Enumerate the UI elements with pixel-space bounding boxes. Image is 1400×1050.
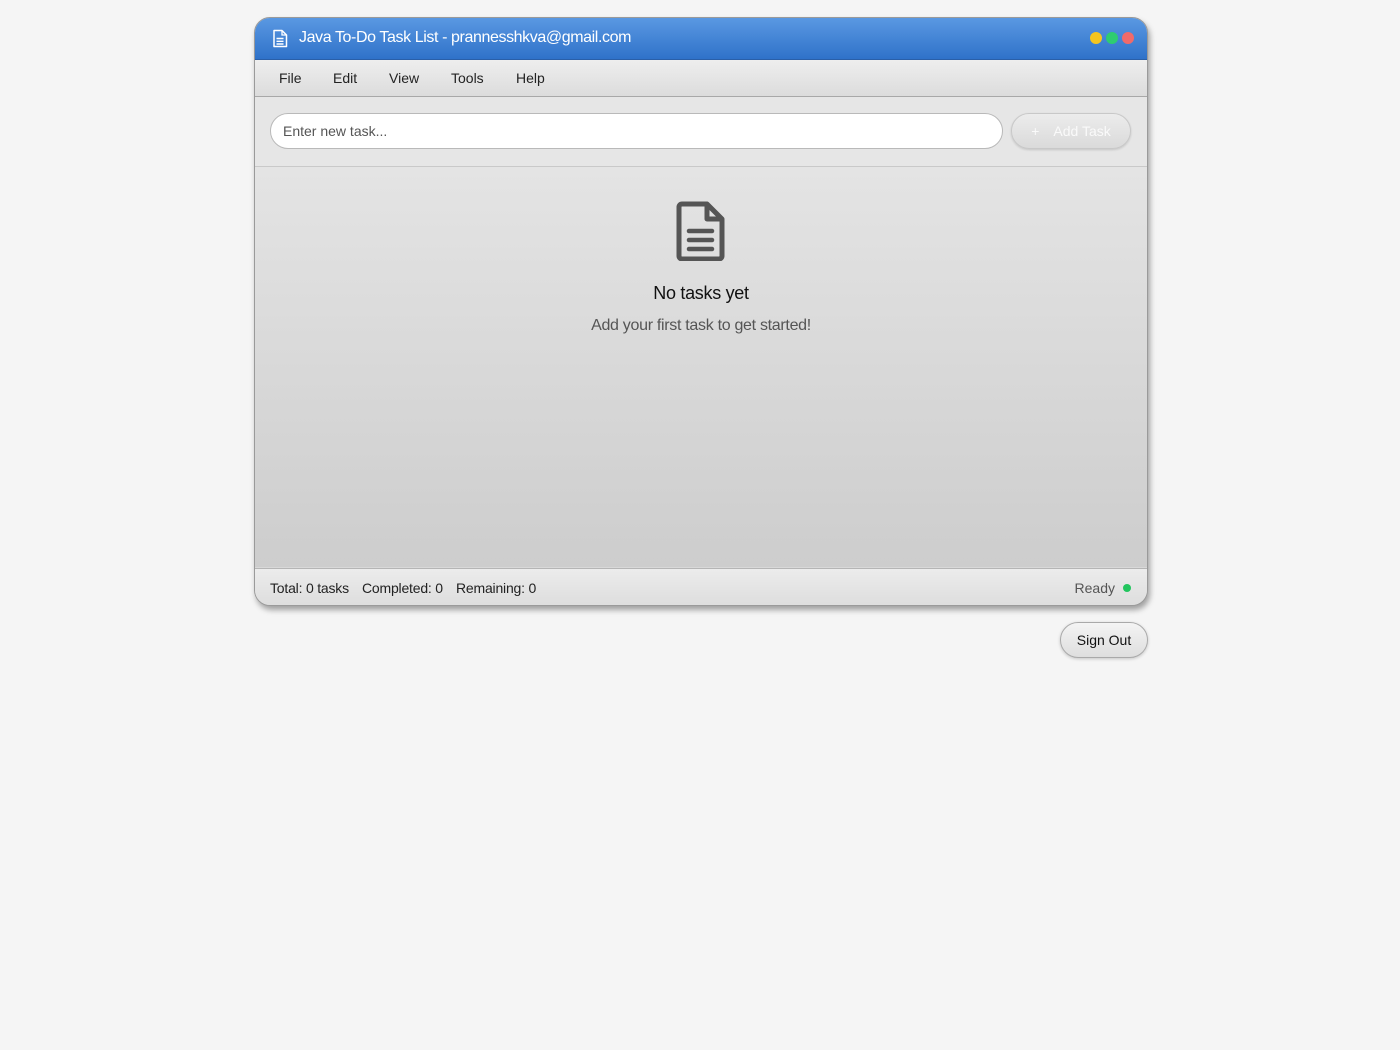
document-icon [273,29,288,48]
empty-state-subtitle: Add your first task to get started! [591,317,811,334]
menu-tools[interactable]: Tools [451,70,484,86]
menu-bar: File Edit View Tools Help [255,60,1147,97]
menu-file[interactable]: File [279,70,302,86]
empty-state-title: No tasks yet [653,283,749,303]
total-count: Total: 0 tasks [270,580,349,596]
task-list-area: No tasks yet Add your first task to get … [255,167,1147,567]
app-window: Java To-Do Task List - prannesshkva@gmai… [254,17,1148,606]
sign-out-button[interactable]: Sign Out [1060,622,1148,658]
remaining-count: Remaining: 0 [456,580,537,596]
menu-edit[interactable]: Edit [333,70,357,86]
status-text: Ready [1074,580,1115,596]
task-entry-bar: + Add Task [255,97,1147,167]
menu-view[interactable]: View [389,70,419,86]
maximize-button[interactable] [1106,32,1118,44]
status-indicator-icon [1123,584,1131,592]
new-task-input[interactable] [270,113,1003,149]
plus-icon: + [1031,123,1040,139]
title-bar[interactable]: Java To-Do Task List - prannesshkva@gmai… [255,18,1147,60]
window-controls [1090,32,1134,44]
close-button[interactable] [1122,32,1134,44]
menu-help[interactable]: Help [516,70,545,86]
document-icon [676,201,725,261]
window-title: Java To-Do Task List - prannesshkva@gmai… [299,29,632,46]
add-task-button[interactable]: + Add Task [1011,113,1131,149]
add-task-label: Add Task [1053,123,1111,139]
completed-count: Completed: 0 [362,580,443,596]
minimize-button[interactable] [1090,32,1102,44]
status-bar: Total: 0 tasks Completed: 0 Remaining: 0… [255,568,1147,605]
